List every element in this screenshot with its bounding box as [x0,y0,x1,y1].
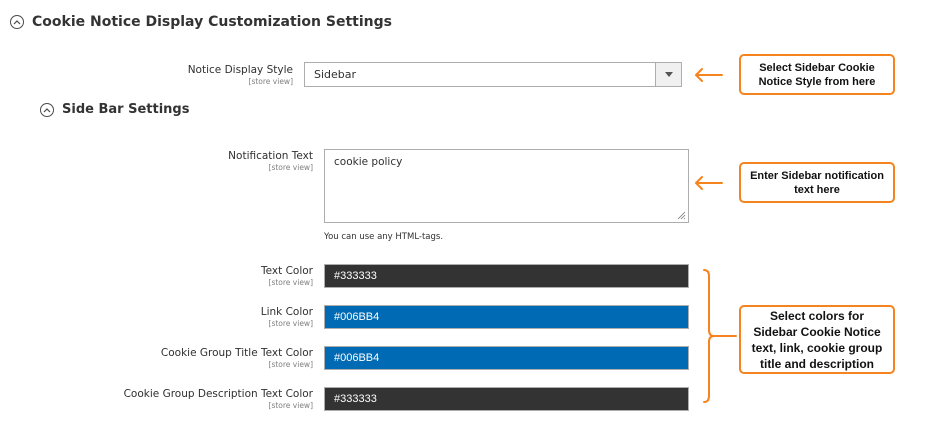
scope-label: [store view] [268,319,313,328]
text-color-label: Text Color [store view] [100,265,313,288]
scope-label: [store view] [268,360,313,369]
field-label: Notification Text [228,150,313,162]
arrow-left-icon [695,68,723,82]
cookie-group-description-color-input[interactable]: #333333 [324,387,689,411]
link-color-input[interactable]: #006BB4 [324,305,689,329]
section-header-side-bar-settings[interactable]: Side Bar Settings [40,102,189,117]
callout-line: Enter Sidebar notification [750,169,884,182]
scope-label: [store view] [248,77,293,86]
field-label: Link Color [260,306,313,318]
scope-label: [store view] [268,163,313,172]
callout-line: text here [794,183,840,196]
text-color-input[interactable]: #333333 [324,264,689,288]
notification-text-textarea[interactable]: cookie policy [324,149,689,223]
notice-display-style-select[interactable]: Sidebar [304,62,682,87]
cookie-group-description-color-label: Cookie Group Description Text Color [sto… [40,388,313,411]
callout-line: Notice Style from here [758,75,876,88]
chevron-up-circle-icon [40,102,54,117]
callout-notification: Enter Sidebar notification text here [739,162,895,203]
field-label: Cookie Group Description Text Color [123,388,313,400]
chevron-down-icon[interactable] [655,63,681,86]
chevron-up-circle-icon [10,15,24,29]
cookie-group-title-color-label: Cookie Group Title Text Color [store vie… [60,347,313,370]
cookie-group-title-color-input[interactable]: #006BB4 [324,346,689,370]
notice-display-style-label: Notice Display Style [store view] [120,64,293,87]
arrow-left-icon [695,176,723,190]
section-title: Cookie Notice Display Customization Sett… [32,14,392,30]
callout-line: Select Sidebar Cookie [759,61,875,74]
callout-line: title and description [759,356,874,371]
callout-style: Select Sidebar Cookie Notice Style from … [739,54,895,95]
scope-label: [store view] [268,401,313,410]
link-color-label: Link Color [store view] [100,306,313,329]
callout-line: Select colors for [769,308,865,323]
brace-arrow-icon [703,269,737,403]
callout-colors: Select colors for Sidebar Cookie Notice … [739,305,895,374]
field-label: Notice Display Style [187,64,293,76]
html-tags-note: You can use any HTML-tags. [324,232,444,242]
scope-label: [store view] [268,278,313,287]
field-label: Cookie Group Title Text Color [160,347,313,359]
field-label: Text Color [261,265,313,277]
textarea-value: cookie policy [334,156,403,168]
sub-section-title: Side Bar Settings [62,102,190,117]
section-header-cookie-notice-display[interactable]: Cookie Notice Display Customization Sett… [10,14,392,30]
notification-text-label: Notification Text [store view] [140,150,313,173]
resize-handle-icon[interactable] [677,211,686,220]
callout-line: text, link, cookie group [751,340,883,355]
callout-line: Sidebar Cookie Notice [753,324,881,339]
select-value: Sidebar [314,68,357,81]
